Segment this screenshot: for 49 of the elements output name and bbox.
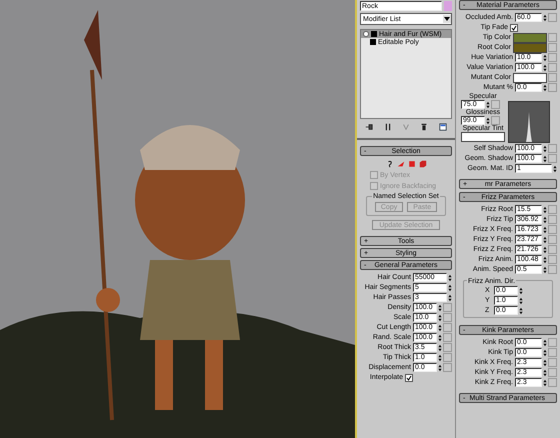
spinner-arrows-icon[interactable] (448, 284, 452, 292)
checkbox[interactable] (510, 24, 518, 32)
spinner-arrows-icon[interactable] (543, 64, 547, 72)
trash-icon[interactable] (420, 123, 428, 131)
spinner-arrows-icon[interactable] (543, 348, 547, 356)
spinner-arrows-icon[interactable] (448, 274, 452, 282)
spinner-arrows-icon[interactable] (543, 358, 547, 366)
object-color-swatch[interactable] (444, 1, 452, 11)
spinner-arrows-icon[interactable] (519, 286, 523, 294)
spinner-arrows-icon[interactable] (543, 84, 547, 92)
spinner-arrows-icon[interactable] (543, 154, 547, 162)
spinner-arrows-icon[interactable] (438, 334, 442, 342)
spinner-arrows-icon[interactable] (519, 296, 523, 304)
spinner-arrows-icon[interactable] (543, 54, 547, 62)
spinner-arrows-icon[interactable] (438, 364, 442, 372)
polygon-icon[interactable] (408, 160, 416, 168)
spinner-arrows-icon[interactable] (543, 216, 547, 224)
color-swatch[interactable] (461, 132, 505, 142)
spinner-arrows-icon[interactable] (438, 324, 442, 332)
checkbox[interactable] (405, 374, 413, 382)
spinner-arrows-icon[interactable] (543, 14, 547, 22)
spinner-arrows-icon[interactable] (543, 144, 547, 152)
spinner-arrows-icon[interactable] (543, 378, 547, 386)
caret-icon (443, 15, 451, 23)
spinner-arrows-icon[interactable] (543, 256, 547, 264)
spinner-arrows-icon[interactable] (543, 226, 547, 234)
spinner-arrows-icon[interactable] (486, 100, 490, 108)
spinner-arrows-icon[interactable] (438, 314, 442, 322)
color-swatch[interactable] (513, 32, 547, 42)
spinner-arrows-icon[interactable] (486, 116, 490, 124)
spinner-arrows-icon[interactable] (543, 368, 547, 376)
spinner-arrows-icon[interactable] (438, 344, 442, 352)
spinner-arrows-icon[interactable] (553, 164, 557, 172)
color-swatch[interactable] (513, 72, 547, 82)
element-icon[interactable] (418, 160, 426, 168)
segment-icon[interactable] (396, 160, 404, 168)
spinner-arrows-icon[interactable] (543, 236, 547, 244)
spinner-arrows-icon[interactable] (543, 266, 547, 274)
spinner-arrows-icon[interactable] (448, 294, 452, 302)
color-swatch[interactable] (513, 42, 547, 52)
specular-curve-graph (508, 101, 550, 143)
spinner-arrows-icon[interactable] (438, 304, 442, 312)
pin-icon[interactable] (365, 123, 374, 131)
configure-icon[interactable] (438, 123, 447, 131)
spinner-arrows-icon[interactable] (438, 354, 442, 362)
spinner-arrows-icon[interactable] (543, 246, 547, 254)
spinner-arrows-icon[interactable] (543, 206, 547, 214)
spinner-arrows-icon[interactable] (519, 306, 523, 314)
spinner-arrows-icon[interactable] (543, 338, 547, 346)
